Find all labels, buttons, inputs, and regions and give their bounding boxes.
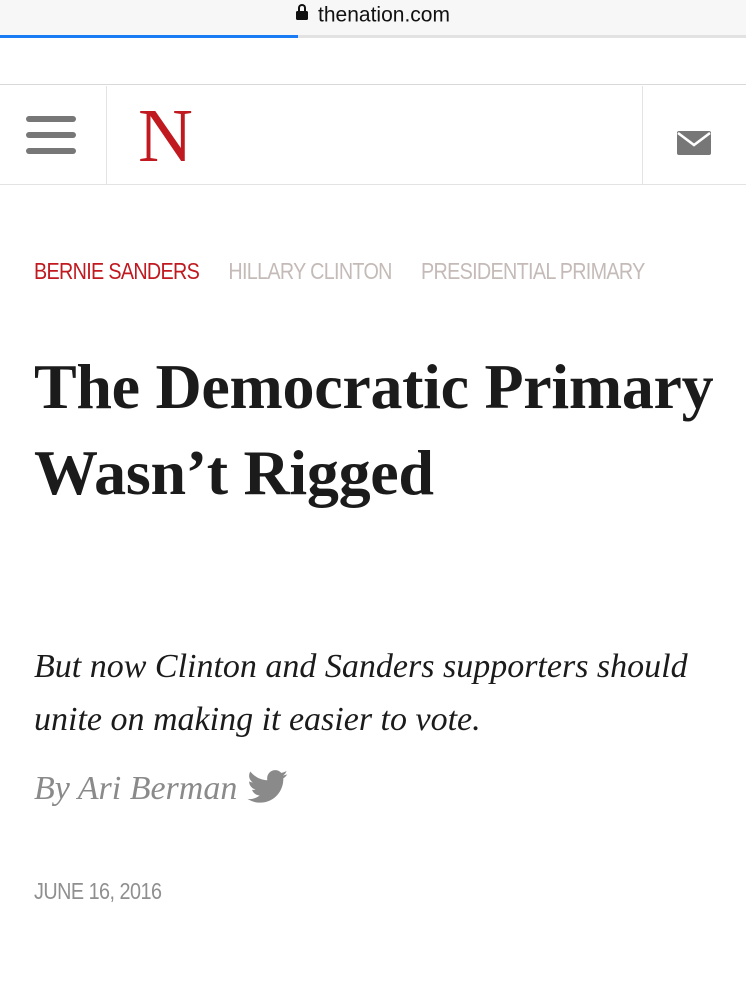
article-tags: BERNIE SANDERS HILLARY CLINTON PRESIDENTIA… xyxy=(34,258,674,285)
site-header: N xyxy=(0,86,746,185)
tag-hillary-clinton[interactable]: HILLARY CLINTON xyxy=(228,258,392,285)
envelope-icon xyxy=(677,131,711,155)
browser-address-bar[interactable]: thenation.com xyxy=(0,0,746,38)
tag-presidential-primary[interactable]: PRESIDENTIAL PRIMARY xyxy=(421,258,645,285)
article-headline: The Democratic Primary Wasn’t Rigged xyxy=(34,351,714,508)
lock-icon xyxy=(296,4,309,21)
author-link[interactable]: By Ari Berman xyxy=(34,770,237,807)
article-subheadline: But now Clinton and Sanders supporters s… xyxy=(34,648,688,738)
twitter-icon[interactable] xyxy=(247,770,289,804)
site-logo[interactable]: N xyxy=(138,98,193,174)
newsletter-button[interactable] xyxy=(642,86,746,185)
browser-toolbar-spacer xyxy=(0,38,746,85)
hamburger-menu-button[interactable] xyxy=(0,86,107,185)
tag-bernie-sanders[interactable]: BERNIE SANDERS xyxy=(34,258,200,285)
url-display[interactable]: thenation.com xyxy=(0,1,746,29)
article-byline: By Ari Berman xyxy=(34,770,289,808)
publish-date: JUNE 16, 2016 xyxy=(34,878,162,904)
url-text: thenation.com xyxy=(318,3,450,27)
